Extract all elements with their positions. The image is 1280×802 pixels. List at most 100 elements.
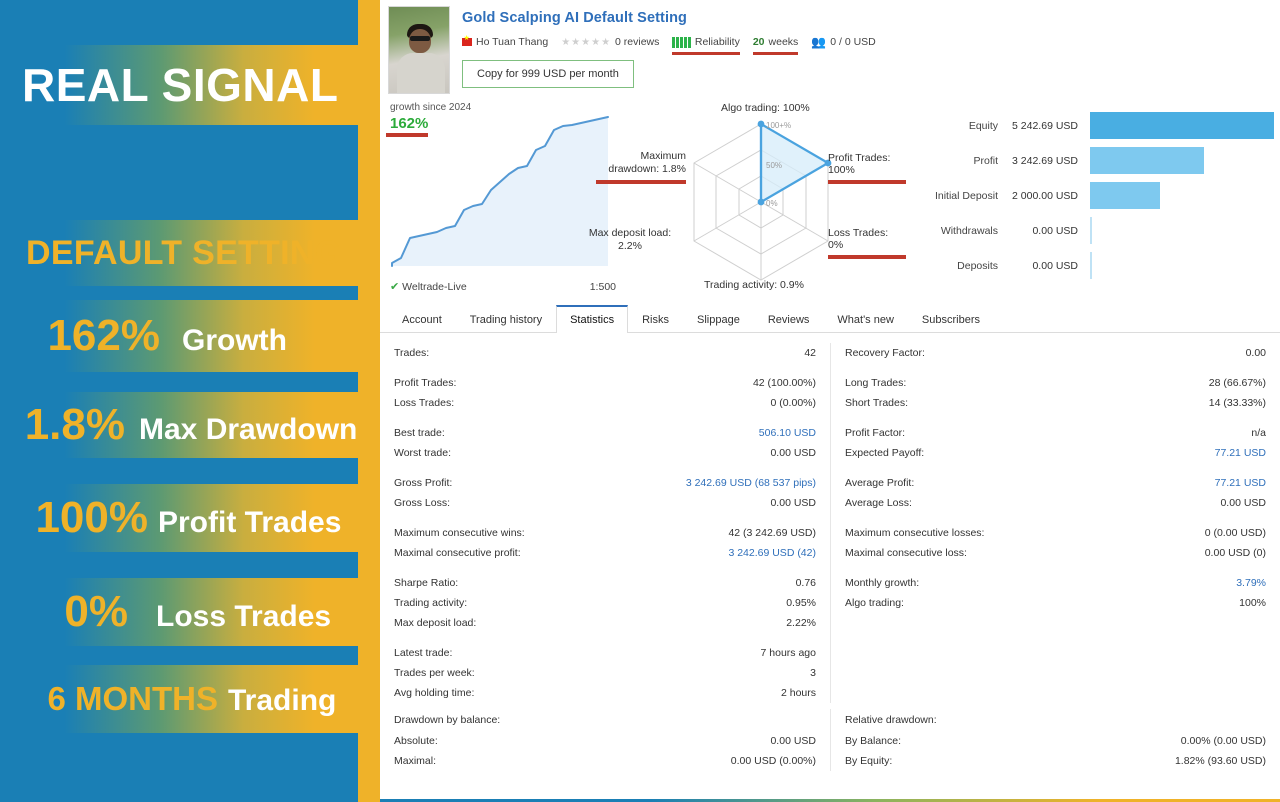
table-row: Monthly growth: 3.79% — [845, 573, 1266, 593]
row-value: n/a — [1251, 427, 1266, 439]
bar-track — [1090, 217, 1274, 244]
row-key: Maximal consecutive profit: — [394, 547, 521, 559]
copy-subscribe-button[interactable]: Copy for 999 USD per month — [462, 60, 634, 88]
balance-bars-widget: Equity 5 242.69 USD Profit 3 242.69 USD … — [906, 102, 1274, 289]
row-value: 0.00 USD — [770, 447, 816, 459]
tab-statistics[interactable]: Statistics — [556, 305, 629, 333]
drawdown-by-balance-title: Drawdown by balance: — [394, 714, 501, 726]
tab-risks[interactable]: Risks — [628, 306, 683, 333]
row-value: 2 hours — [780, 687, 816, 699]
drawdown-column-left: Drawdown by balance: Absolute: 0.00 USD … — [380, 709, 830, 771]
svg-text:50%: 50% — [766, 161, 782, 170]
promo-stat-row-0: 162% Growth — [0, 300, 358, 372]
reliability-label: Reliability — [694, 36, 740, 48]
radar-label-loss-trades: Loss Trades: 0% — [828, 227, 906, 259]
promo-stat-value: 0% — [64, 587, 128, 636]
balance-bar-row: Profit 3 242.69 USD — [906, 143, 1274, 178]
row-value: 0.00 USD — [770, 497, 816, 509]
avatar — [388, 6, 450, 94]
table-row: Trading activity: 0.95% — [394, 593, 816, 613]
table-row: By Balance: 0.00% (0.00 USD) — [845, 731, 1266, 751]
table-row: Worst trade: 0.00 USD — [394, 443, 816, 463]
avatar-body — [397, 53, 445, 93]
row-value: 0.00 USD (0.00%) — [730, 755, 816, 767]
tab-whats-new[interactable]: What's new — [823, 306, 908, 333]
table-row: Loss Trades: 0 (0.00%) — [394, 393, 816, 413]
subscribers-value: 0 / 0 USD — [830, 36, 876, 48]
row-key: Loss Trades: — [394, 397, 455, 409]
radar-label-algo-trading: Algo trading: 100% — [721, 102, 810, 114]
row-value: 0.00 USD — [1220, 497, 1266, 509]
promo-stat-value: 100% — [35, 493, 148, 542]
row-value: 506.10 USD — [758, 427, 816, 439]
promo-stat-label: Loss Trades — [156, 600, 332, 633]
signal-meta-row: Ho Tuan Thang ★★★★★ 0 reviews Reliabilit… — [462, 35, 876, 55]
sunglasses-icon — [410, 36, 430, 41]
subscribers: 👥 0 / 0 USD — [811, 35, 875, 49]
row-value: 100% — [1239, 597, 1266, 609]
row-spacer — [845, 513, 1266, 523]
row-spacer — [845, 463, 1266, 473]
statistics-column-left: Trades: 42 Profit Trades: 42 (100.00%) Loss … — [380, 343, 830, 703]
table-row: Average Loss: 0.00 USD — [845, 493, 1266, 513]
row-spacer — [394, 513, 816, 523]
tab-reviews[interactable]: Reviews — [754, 306, 824, 333]
bar-label: Profit — [973, 154, 998, 167]
row-spacer — [394, 363, 816, 373]
author[interactable]: Ho Tuan Thang — [462, 35, 548, 48]
table-row: Profit Trades: 42 (100.00%) — [394, 373, 816, 393]
row-spacer — [845, 563, 1266, 573]
leverage-value: 1:500 — [589, 280, 616, 293]
tab-subscribers[interactable]: Subscribers — [908, 306, 994, 333]
balance-bar-row: Equity 5 242.69 USD — [906, 108, 1274, 143]
summary-widgets: growth since 2024 162% ✔ Weltrade-Live 1… — [380, 94, 1280, 293]
signal-title[interactable]: Gold Scalping AI Default Setting — [462, 10, 876, 26]
tab-account[interactable]: Account — [388, 306, 456, 333]
radar-widget: 100+% 50% 0% Algo trading: 100% Profit T… — [589, 102, 906, 291]
bar-track — [1090, 182, 1274, 209]
row-value: 0.00 USD (0) — [1204, 547, 1266, 559]
table-row: Maximal consecutive profit: 3 242.69 USD … — [394, 543, 816, 563]
verified-shield-icon: ✔ — [390, 281, 400, 293]
signal-header: Gold Scalping AI Default Setting Ho Tuan… — [380, 0, 1280, 94]
promo-title-band: REAL SIGNAL — [0, 45, 358, 125]
promo-subtitle: DEFAULT SETTING — [26, 233, 342, 272]
row-key: Trading activity: — [394, 597, 468, 609]
row-value: 77.21 USD — [1214, 477, 1266, 489]
table-row: Max deposit load: 2.22% — [394, 613, 816, 633]
promo-title: REAL SIGNAL — [22, 59, 339, 111]
promo-banner: REAL SIGNAL DEFAULT SETTING 162% Growth … — [0, 0, 380, 802]
radar-label-maximum-drawdown: Maximum drawdown: 1.8% — [566, 150, 686, 184]
promo-stat-label: Profit Trades — [158, 506, 342, 539]
bar-label: Withdrawals — [940, 224, 998, 237]
row-key: Recovery Factor: — [845, 347, 925, 359]
row-value: 0.00 USD — [770, 735, 816, 747]
row-spacer — [394, 463, 816, 473]
table-row: Maximal consecutive loss: 0.00 USD (0) — [845, 543, 1266, 563]
tab-trading-history[interactable]: Trading history — [456, 306, 556, 333]
promo-subtitle-band: DEFAULT SETTING — [0, 220, 358, 286]
row-value: 0.95% — [786, 597, 816, 609]
row-key: Maximum consecutive losses: — [845, 527, 985, 539]
row-value: 14 (33.33%) — [1208, 397, 1266, 409]
radar-label-max-deposit-load: Max deposit load: 2.2% — [588, 227, 672, 252]
promo-stat-row-2: 100% Profit Trades — [0, 484, 358, 552]
table-row: Gross Profit: 3 242.69 USD (68 537 pips) — [394, 473, 816, 493]
promo-stat-value: 162% — [47, 311, 160, 360]
promo-stat-row-3: 0% Loss Trades — [0, 578, 358, 646]
row-value: 1.82% (93.60 USD) — [1174, 755, 1266, 767]
table-row: Gross Loss: 0.00 USD — [394, 493, 816, 513]
drawdown-amount-highlight: 93.60 — [1211, 755, 1238, 767]
row-key: Latest trade: — [394, 647, 453, 659]
statistics-panel: Trades: 42 Profit Trades: 42 (100.00%) Loss … — [380, 333, 1280, 703]
promo-stat-label: Trading — [228, 684, 337, 717]
tab-slippage[interactable]: Slippage — [683, 306, 754, 333]
rating[interactable]: ★★★★★ 0 reviews — [561, 36, 659, 48]
row-key: Maximum consecutive wins: — [394, 527, 525, 539]
tab-bar: Account Trading history Statistics Risks… — [380, 303, 1280, 333]
promo-gold-edge — [358, 0, 380, 802]
table-row: Long Trades: 28 (66.67%) — [845, 373, 1266, 393]
row-value: 0 (0.00 USD) — [1204, 527, 1266, 539]
row-value: 3 242.69 USD (42) — [728, 547, 816, 559]
weeks-underline — [752, 51, 799, 55]
